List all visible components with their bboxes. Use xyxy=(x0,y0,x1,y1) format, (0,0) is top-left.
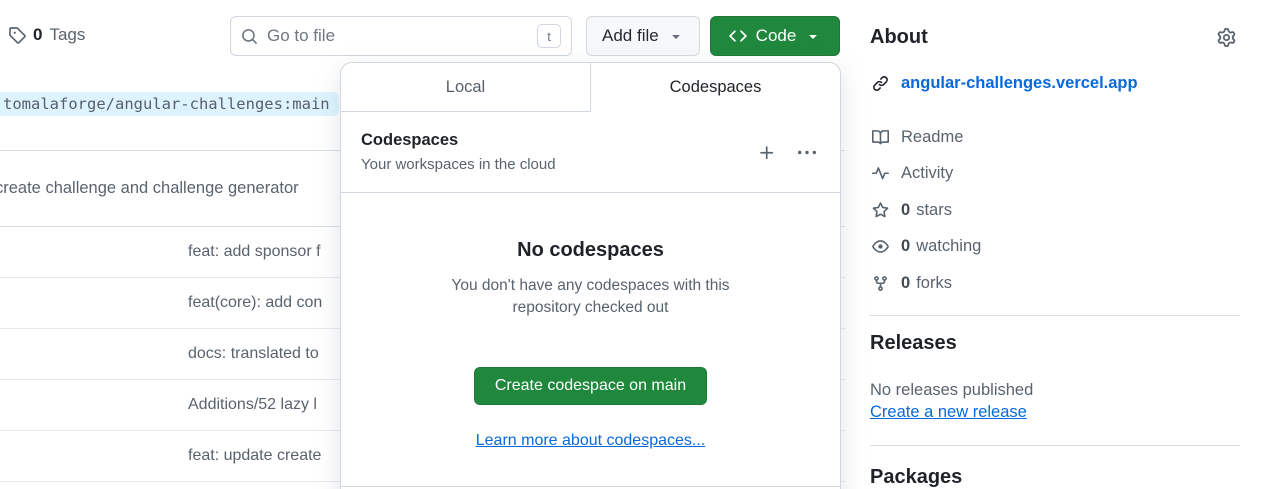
codespaces-title: Codespaces xyxy=(361,131,556,150)
search-icon xyxy=(241,28,258,45)
new-codespace-button[interactable] xyxy=(754,140,780,166)
code-icon xyxy=(729,27,747,45)
search-input[interactable] xyxy=(267,26,537,46)
code-label: Code xyxy=(756,26,797,46)
codespaces-options-button[interactable] xyxy=(794,140,820,166)
panel-divider xyxy=(341,192,840,193)
code-dropdown-panel: Local Codespaces Codespaces Your workspa… xyxy=(340,62,841,489)
chevron-down-icon xyxy=(668,28,684,44)
sidebar-divider xyxy=(870,445,1240,446)
tab-local-label: Local xyxy=(446,78,485,97)
go-to-file-search[interactable]: t xyxy=(230,16,572,56)
gear-icon xyxy=(1217,28,1236,47)
stars-count: 0 xyxy=(901,201,910,220)
keyboard-shortcut-hint: t xyxy=(537,24,561,48)
book-icon xyxy=(872,129,889,146)
sidebar-item-activity[interactable]: Activity xyxy=(872,156,981,193)
edit-repo-settings-button[interactable] xyxy=(1213,24,1240,51)
tab-local[interactable]: Local xyxy=(341,63,591,112)
commit-message: docs: translated to xyxy=(188,345,319,363)
eye-icon xyxy=(872,238,889,255)
packages-title: Packages xyxy=(870,466,962,489)
panel-footer-divider xyxy=(341,486,840,487)
sidebar-divider xyxy=(870,315,1240,316)
sidebar-item-label: Readme xyxy=(901,128,963,147)
empty-state-title: No codespaces xyxy=(341,239,840,262)
tab-codespaces[interactable]: Codespaces xyxy=(591,63,840,112)
repo-website-link[interactable]: angular-challenges.vercel.app xyxy=(901,74,1138,93)
sidebar-item-forks[interactable]: 0 forks xyxy=(872,265,981,302)
sidebar-item-readme[interactable]: Readme xyxy=(872,119,981,156)
commit-message: feat: update create xyxy=(188,447,321,465)
learn-more-link[interactable]: Learn more about codespaces... xyxy=(476,432,705,450)
releases-empty-text: No releases published xyxy=(870,381,1033,400)
code-panel-tabs: Local Codespaces xyxy=(341,63,840,112)
code-button[interactable]: Code xyxy=(710,16,840,56)
create-release-link[interactable]: Create a new release xyxy=(870,403,1027,422)
kebab-horizontal-icon xyxy=(798,144,816,162)
chevron-down-icon xyxy=(805,28,821,44)
link-icon xyxy=(872,75,889,92)
codespaces-empty-state: No codespaces You don't have any codespa… xyxy=(341,239,840,450)
commit-message: feat(core): add con xyxy=(188,294,322,312)
add-file-button[interactable]: Add file xyxy=(586,16,700,56)
branch-ref: tomalaforge/angular-challenges:main xyxy=(0,92,339,116)
add-file-label: Add file xyxy=(602,26,659,46)
sidebar-item-label: watching xyxy=(916,237,981,256)
commit-message: feat: add sponsor f xyxy=(188,243,321,261)
sidebar-item-label: Activity xyxy=(901,164,953,183)
pulse-icon xyxy=(872,165,889,182)
sidebar-item-label: forks xyxy=(916,274,952,293)
plus-icon xyxy=(758,144,776,162)
sidebar-item-stars[interactable]: 0 stars xyxy=(872,192,981,229)
create-codespace-button[interactable]: Create codespace on main xyxy=(474,367,707,405)
repo-page: 0 Tags t Add file Code tomalaforge/angul… xyxy=(0,0,1278,489)
codespaces-subtitle: Your workspaces in the cloud xyxy=(361,156,556,173)
sidebar-item-watching[interactable]: 0 watching xyxy=(872,229,981,266)
forks-count: 0 xyxy=(901,274,910,293)
branch-sync-line: tomalaforge/angular-challenges:main . xyxy=(0,92,350,116)
star-icon xyxy=(872,202,889,219)
fork-icon xyxy=(872,275,889,292)
latest-commit-message: create challenge and challenge generator xyxy=(0,179,299,198)
codespaces-header: Codespaces Your workspaces in the cloud xyxy=(341,112,840,192)
empty-state-description: You don't have any codespaces with this … xyxy=(431,275,751,320)
tags-link[interactable]: 0 Tags xyxy=(8,25,85,45)
releases-title: Releases xyxy=(870,332,957,355)
tag-icon xyxy=(8,26,26,44)
tab-codespaces-label: Codespaces xyxy=(670,78,762,97)
tags-label: Tags xyxy=(49,25,85,45)
sidebar-item-label: stars xyxy=(916,201,952,220)
about-title: About xyxy=(870,26,928,49)
watching-count: 0 xyxy=(901,237,910,256)
commit-message: Additions/52 lazy l xyxy=(188,396,317,414)
tags-count: 0 xyxy=(33,25,42,45)
